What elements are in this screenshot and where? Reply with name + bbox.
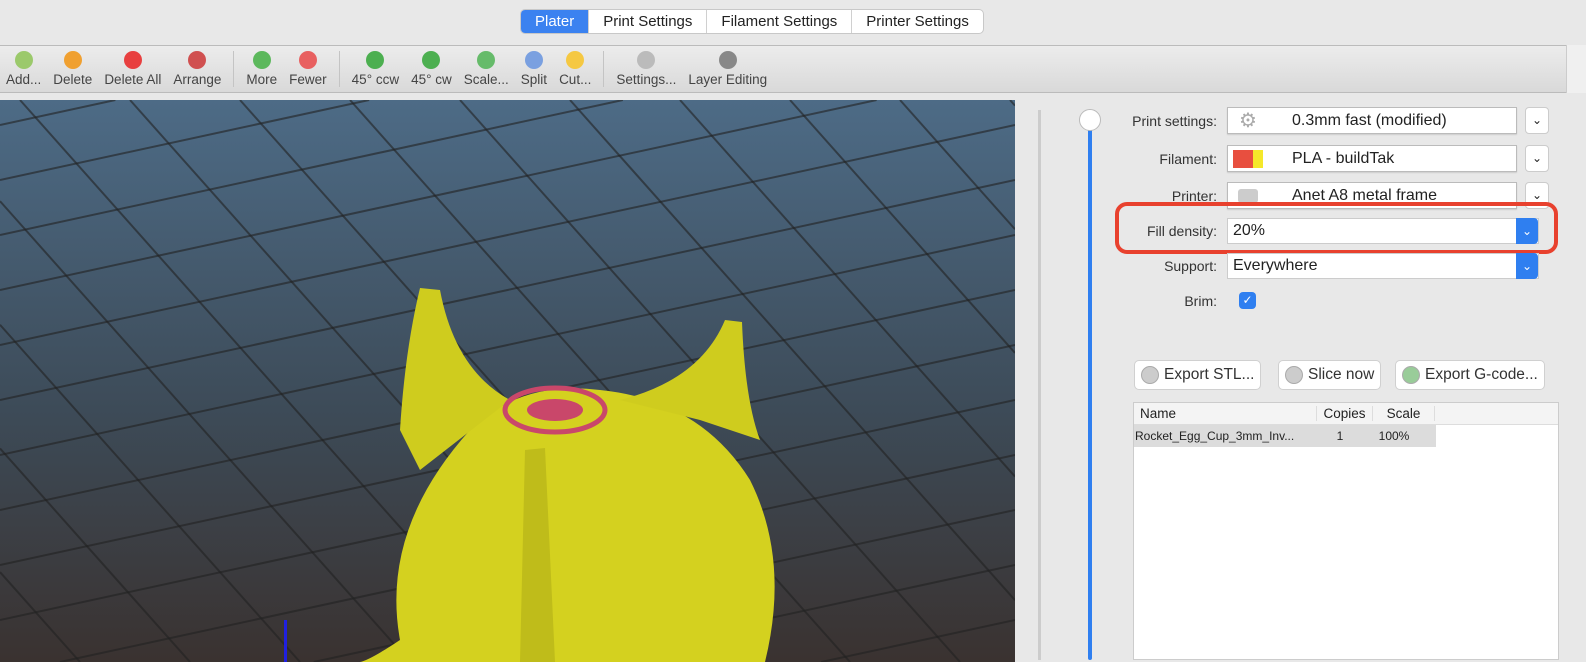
fill-density-value: 20%: [1233, 222, 1266, 239]
toolbar-label: Scale...: [463, 72, 509, 87]
toolbar-label: 45° ccw: [351, 72, 400, 87]
printer-icon: [1228, 188, 1268, 203]
toolbar-button-scale[interactable]: Scale...: [458, 51, 515, 87]
toolbar-label: Add...: [6, 72, 42, 87]
toolbar-button-arrange[interactable]: Arrange: [167, 51, 227, 87]
export-stl-button[interactable]: Export STL...: [1134, 360, 1262, 390]
toolbar-label: Arrange: [173, 72, 222, 87]
delete-all-icon: [123, 51, 142, 69]
toolbar-separator: [603, 51, 605, 87]
toolbar-label: Cut...: [559, 72, 592, 87]
settings-panel: Print settings: ⚙ 0.3mm fast (modified) ⌄…: [1115, 100, 1586, 662]
cut-icon: [566, 51, 585, 69]
filament-dropdown[interactable]: ⌄: [1525, 145, 1549, 172]
object-copies: 1: [1336, 429, 1344, 443]
column-copies[interactable]: Copies: [1317, 406, 1373, 421]
toolbar-label: Layer Editing: [688, 72, 768, 87]
print-settings-dropdown[interactable]: ⌄: [1525, 107, 1549, 134]
chevron-down-icon[interactable]: ⌄: [1516, 253, 1538, 279]
column-name[interactable]: Name: [1134, 406, 1317, 421]
toolbar-button-delete[interactable]: Delete: [47, 51, 98, 87]
slice-icon: [1285, 366, 1303, 384]
export-gcode-button[interactable]: Export G-code...: [1395, 360, 1545, 390]
export-gcode-label: Export G-code...: [1425, 366, 1538, 383]
rotate-cw-icon: [422, 51, 441, 69]
viewport-scrollbar[interactable]: [1038, 110, 1041, 660]
export-stl-icon: [1141, 366, 1159, 384]
object-list-header: Name Copies Scale: [1134, 403, 1558, 425]
toolbar-label: Settings...: [616, 72, 677, 87]
export-stl-label: Export STL...: [1164, 366, 1255, 383]
print-settings-combo[interactable]: ⚙ 0.3mm fast (modified): [1227, 107, 1517, 134]
toolbar-button-rotate-ccw[interactable]: 45° ccw: [346, 51, 405, 87]
layers-icon: [718, 51, 737, 69]
tab-plater[interactable]: Plater: [521, 10, 590, 33]
toolbar-label: Delete All: [104, 72, 162, 87]
toolbar-button-gear[interactable]: Settings...: [610, 51, 682, 87]
tab-print-settings[interactable]: Print Settings: [589, 10, 708, 33]
chevron-down-icon[interactable]: ⌄: [1516, 218, 1538, 244]
gear-icon: ⚙: [1239, 110, 1257, 132]
toolbar-button-more[interactable]: More: [240, 51, 283, 87]
object-scale: 100%: [1378, 429, 1410, 443]
main-tabs: Plater Print Settings Filament Settings …: [520, 9, 984, 34]
delete-icon: [63, 51, 82, 69]
filament-label: Filament:: [1159, 150, 1217, 167]
toolbar-button-split[interactable]: Split: [515, 51, 553, 87]
toolbar-separator: [233, 51, 235, 87]
add-icon: [14, 51, 33, 69]
export-gcode-icon: [1402, 366, 1420, 384]
support-value: Everywhere: [1233, 257, 1318, 274]
layer-slider-handle[interactable]: [1079, 109, 1101, 131]
fill-density-label: Fill density:: [1146, 223, 1217, 239]
column-scale[interactable]: Scale: [1373, 406, 1435, 421]
layer-slider-track[interactable]: [1088, 120, 1092, 660]
gear-icon: [637, 51, 656, 69]
layer-slider-column: [1015, 100, 1120, 662]
brim-label: Brim:: [1184, 292, 1217, 309]
toolbar-separator: [338, 51, 340, 87]
filament-value: PLA - buildTak: [1292, 149, 1395, 167]
print-settings-value: 0.3mm fast (modified): [1292, 111, 1447, 129]
window-scrollbar[interactable]: [1566, 45, 1586, 93]
toolbar-label: Split: [520, 72, 548, 87]
toolbar-label: More: [246, 72, 278, 87]
print-settings-label: Print settings:: [1132, 112, 1217, 129]
filament-combo[interactable]: PLA - buildTak: [1227, 145, 1517, 172]
brim-checkbox[interactable]: ✓: [1239, 292, 1256, 309]
table-row[interactable]: Rocket_Egg_Cup_3mm_Inv... 1 100%: [1134, 425, 1436, 447]
slice-now-label: Slice now: [1308, 366, 1375, 383]
split-icon: [524, 51, 543, 69]
rotate-ccw-icon: [366, 51, 385, 69]
toolbar-label: Fewer: [289, 72, 327, 87]
fewer-icon: [298, 51, 317, 69]
toolbar-button-delete-all[interactable]: Delete All: [98, 51, 167, 87]
toolbar-label: 45° cw: [411, 72, 452, 87]
fill-density-select[interactable]: 20% ⌄: [1227, 218, 1539, 244]
toolbar-button-cut[interactable]: Cut...: [553, 51, 597, 87]
3d-viewport[interactable]: [0, 100, 1015, 662]
slice-now-button[interactable]: Slice now: [1278, 360, 1382, 390]
tab-printer-settings[interactable]: Printer Settings: [852, 10, 983, 33]
support-label: Support:: [1164, 258, 1217, 274]
support-select[interactable]: Everywhere ⌄: [1227, 253, 1539, 279]
arrange-icon: [188, 51, 207, 69]
toolbar-button-layers[interactable]: Layer Editing: [682, 51, 773, 87]
toolbar-button-fewer[interactable]: Fewer: [283, 51, 333, 87]
tab-filament-settings[interactable]: Filament Settings: [707, 10, 853, 33]
toolbar-button-add[interactable]: Add...: [0, 51, 47, 87]
more-icon: [252, 51, 271, 69]
toolbar-label: Delete: [53, 72, 93, 87]
filament-color-icon: [1228, 149, 1268, 168]
scale-icon: [477, 51, 496, 69]
3d-model[interactable]: [0, 100, 1015, 662]
object-list[interactable]: Name Copies Scale Rocket_Egg_Cup_3mm_Inv…: [1133, 402, 1559, 660]
toolbar-button-rotate-cw[interactable]: 45° cw: [405, 51, 458, 87]
toolbar: Add... Delete Delete All Arrange More Fewer 45…: [0, 45, 1566, 93]
object-name: Rocket_Egg_Cup_3mm_Inv...: [1135, 429, 1295, 443]
